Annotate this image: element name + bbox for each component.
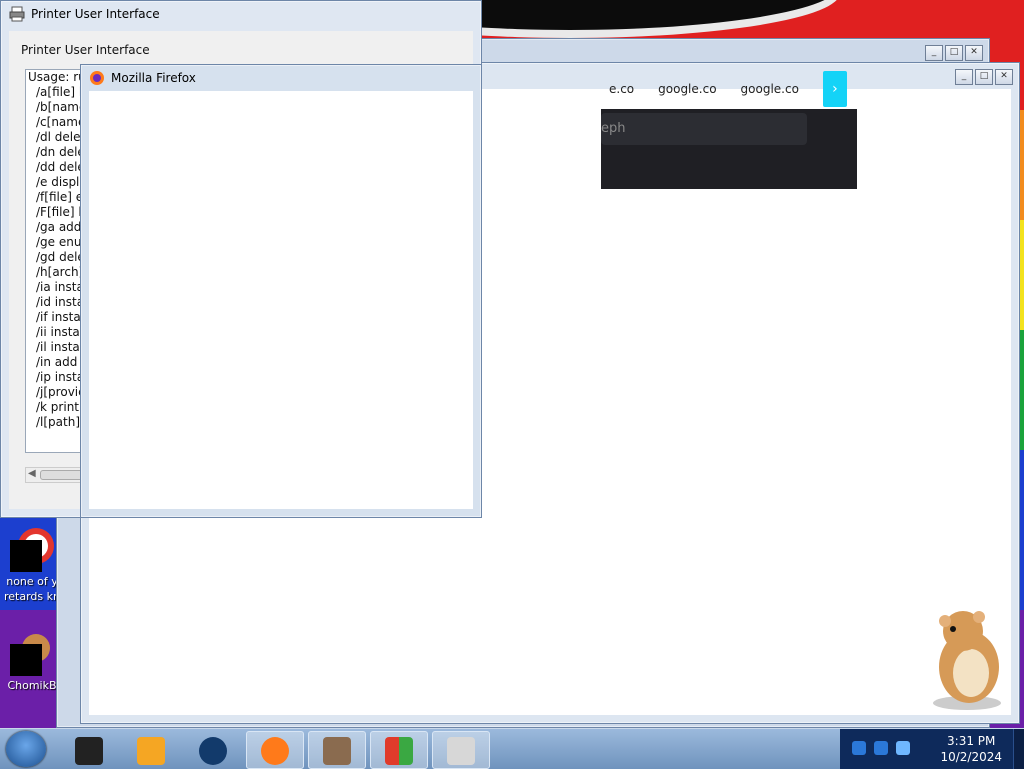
start-button[interactable] xyxy=(6,731,46,767)
firefox-main-caption-buttons: _ □ ✕ xyxy=(955,69,1013,85)
firefox-front-window[interactable]: Mozilla Firefox xyxy=(80,64,482,518)
windows-flag-icon xyxy=(385,737,413,765)
printer-ui-titlebar[interactable]: Printer User Interface xyxy=(1,1,481,27)
firefox-front-titlebar[interactable]: Mozilla Firefox xyxy=(81,65,481,91)
hamster-image xyxy=(933,611,1001,710)
tray-icon-3[interactable] xyxy=(896,741,910,755)
firefox-icon xyxy=(90,71,104,85)
printer-ui-heading: Printer User Interface xyxy=(21,43,150,57)
firefox-front-title: Mozilla Firefox xyxy=(111,71,196,85)
close-button[interactable]: ✕ xyxy=(995,69,1013,85)
desktop-icon-chomik[interactable]: ChomikB xyxy=(4,630,60,693)
dark-search-panel: eph xyxy=(601,109,857,189)
system-tray: 3:31 PM 10/2/2024 xyxy=(840,729,1024,769)
taskbar-item-media[interactable] xyxy=(122,731,180,769)
desktop-icon-1-image xyxy=(10,526,54,572)
printer-icon xyxy=(9,6,25,22)
taskbar-item-windows[interactable] xyxy=(370,731,428,769)
tab-3[interactable]: google.co xyxy=(741,82,799,96)
close-button[interactable]: ✕ xyxy=(965,45,983,61)
app-icon xyxy=(75,737,103,765)
clock[interactable]: 3:31 PM 10/2/2024 xyxy=(940,733,1002,765)
desktop-icon-chomik-image xyxy=(10,630,54,676)
show-desktop-button[interactable] xyxy=(1013,729,1024,769)
desktop-icon-chomik-label: ChomikB xyxy=(7,679,57,692)
app5-icon xyxy=(323,737,351,765)
firefox-icon xyxy=(261,737,289,765)
clock-date: 10/2/2024 xyxy=(940,750,1002,764)
taskbar-item-app1[interactable] xyxy=(60,731,118,769)
taskbar: 3:31 PM 10/2/2024 xyxy=(0,728,1024,769)
tray-icon-2[interactable] xyxy=(874,741,888,755)
tab-2[interactable]: google.co xyxy=(658,82,716,96)
taskbar-item-browser[interactable] xyxy=(184,731,242,769)
tab-strip: e.co google.co google.co › xyxy=(609,63,847,115)
maximize-button[interactable]: □ xyxy=(945,45,963,61)
clock-time: 3:31 PM xyxy=(947,734,996,748)
taskbar-item-firefox[interactable] xyxy=(246,731,304,769)
minimize-button[interactable]: _ xyxy=(955,69,973,85)
next-tab-button[interactable]: › xyxy=(822,71,847,107)
globe-icon xyxy=(199,737,227,765)
background-window-caption-buttons: _ □ ✕ xyxy=(925,45,983,61)
taskbar-item-app5[interactable] xyxy=(308,731,366,769)
firefox-front-content xyxy=(89,91,473,509)
maximize-button[interactable]: □ xyxy=(975,69,993,85)
desktop-icon-1[interactable]: none of y retards kn xyxy=(4,526,60,604)
tray-icon-1[interactable] xyxy=(852,741,866,755)
search-field[interactable]: eph xyxy=(601,113,807,145)
scroll-left-arrow-icon[interactable]: ◀ xyxy=(28,468,36,479)
taskbar-item-printer[interactable] xyxy=(432,731,490,769)
printer-icon xyxy=(447,737,475,765)
desktop-icon-1-label: none of y retards kn xyxy=(4,575,60,603)
media-player-icon xyxy=(137,737,165,765)
printer-ui-title: Printer User Interface xyxy=(31,7,160,21)
tab-1[interactable]: e.co xyxy=(609,82,634,96)
minimize-button[interactable]: _ xyxy=(925,45,943,61)
